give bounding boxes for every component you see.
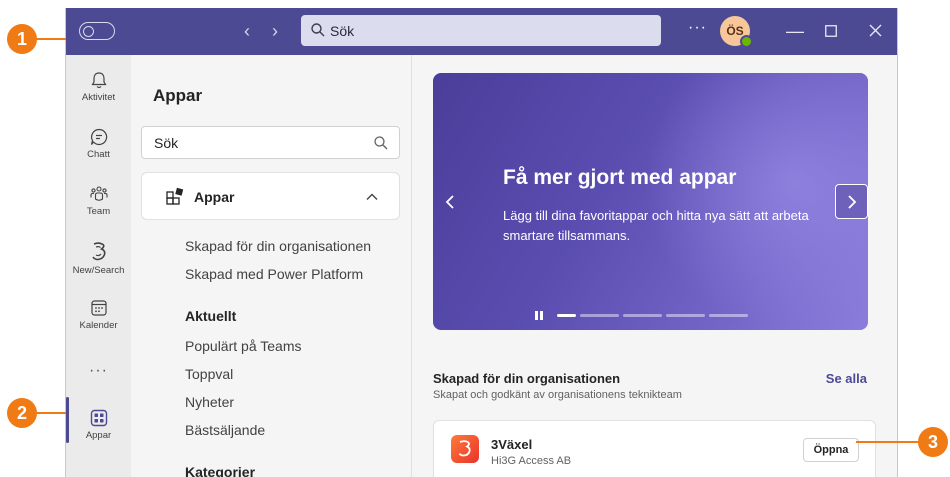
rail-item-label: Kalender (79, 320, 118, 331)
pause-icon[interactable] (535, 311, 545, 320)
close-icon[interactable] (869, 24, 882, 37)
callout-line-1 (36, 38, 66, 40)
carousel-dot-5[interactable] (709, 314, 748, 317)
section-label: Appar (194, 189, 235, 205)
callout-line-3 (856, 441, 919, 443)
search-placeholder: Sök (154, 135, 179, 151)
chevron-up-icon (366, 193, 378, 200)
callout-2: 2 (7, 398, 37, 428)
panel-title: Appar (153, 86, 203, 105)
toggle-knob (83, 25, 94, 37)
carousel-dot-2[interactable] (580, 314, 619, 317)
mode-toggle[interactable] (79, 22, 115, 40)
rail-item-chatt[interactable]: Chatt (66, 127, 131, 183)
carousel-dot-3[interactable] (623, 314, 662, 317)
app-name: 3Växel (491, 437, 533, 452)
search-icon (311, 23, 325, 37)
apps-grid-icon (90, 409, 107, 427)
rail-item-label: Team (86, 206, 111, 217)
rail-item-kalender[interactable]: Kalender (66, 298, 131, 354)
banner-text: Lägg till dina favoritappar och hitta ny… (503, 208, 809, 243)
status-available-icon (740, 35, 753, 48)
callout-1: 1 (7, 24, 37, 54)
current-heading: Aktuellt (185, 308, 237, 324)
apps-panel: Appar Sök Appar Skapad för din organisat… (131, 55, 412, 477)
apps-search-input[interactable]: Sök (141, 126, 400, 159)
apps-add-icon (166, 187, 184, 205)
nav-link-top-picks[interactable]: Toppval (185, 366, 233, 382)
apps-section-toggle[interactable]: Appar (141, 172, 400, 220)
bell-icon (90, 72, 107, 89)
app-rail: Aktivitet Chatt Team New/Search Kalender… (66, 55, 131, 477)
calendar-icon (90, 300, 107, 316)
chat-icon (90, 128, 107, 146)
rail-item-team[interactable]: Team (66, 184, 131, 240)
title-bar: ‹ › Sök ··· ÖS — (66, 8, 897, 55)
more-options-icon[interactable]: ··· (688, 19, 707, 37)
maximize-icon[interactable] (825, 25, 837, 37)
nav-link-news[interactable]: Nyheter (185, 394, 234, 410)
carousel-dot-1[interactable] (557, 314, 576, 317)
nav-link-popular[interactable]: Populärt på Teams (185, 338, 301, 354)
minimize-icon[interactable]: — (786, 20, 804, 42)
categories-heading: Kategorier (185, 464, 256, 477)
three-logo-icon (451, 435, 479, 463)
main-content: Få mer gjort med appar Lägg till dina fa… (412, 55, 897, 477)
section-title: Skapad för din organisationen (433, 371, 621, 386)
search-placeholder: Sök (330, 23, 355, 39)
hero-banner: Få mer gjort med appar Lägg till dina fa… (433, 73, 868, 330)
three-logo-glyph (458, 440, 471, 457)
rail-item-label: Aktivitet (81, 92, 116, 103)
chevron-right-icon (848, 195, 857, 209)
global-search-input[interactable]: Sök (301, 15, 661, 46)
callout-3: 3 (918, 427, 948, 457)
section-subtitle: Skapat och godkänt av organisationens te… (433, 389, 682, 401)
nav-link-made-for-org[interactable]: Skapad för din organisationen (185, 238, 371, 254)
teams-window: ‹ › Sök ··· ÖS — Aktivitet Chatt Team Ne… (65, 8, 898, 477)
open-app-button[interactable]: Öppna (803, 438, 859, 462)
banner-next-button[interactable] (835, 184, 868, 219)
back-arrow-icon[interactable]: ‹ (244, 20, 250, 42)
team-icon (89, 186, 108, 201)
banner-prev-icon[interactable] (443, 191, 457, 213)
callout-line-2 (36, 412, 66, 414)
forward-arrow-icon[interactable]: › (272, 20, 278, 42)
rail-item-appar[interactable]: Appar (66, 408, 131, 464)
app-publisher: Hi3G Access AB (491, 455, 572, 467)
rail-item-new-search[interactable]: New/Search (66, 241, 131, 297)
banner-title: Få mer gjort med appar (503, 166, 737, 189)
rail-item-aktivitet[interactable]: Aktivitet (66, 70, 131, 126)
three-logo-icon (91, 242, 105, 261)
search-icon (374, 136, 388, 150)
more-apps-icon[interactable]: ··· (66, 362, 131, 380)
nav-link-bestsellers[interactable]: Bästsäljande (185, 422, 265, 438)
nav-link-power-platform[interactable]: Skapad med Power Platform (185, 266, 363, 282)
carousel-dot-4[interactable] (666, 314, 705, 317)
screenshot: ‹ › Sök ··· ÖS — Aktivitet Chatt Team Ne… (0, 0, 950, 477)
rail-item-label: Appar (85, 430, 112, 441)
see-all-link[interactable]: Se alla (826, 371, 867, 386)
rail-item-label: New/Search (72, 265, 125, 276)
rail-item-label: Chatt (87, 149, 110, 160)
app-card[interactable]: 3Växel Hi3G Access AB Öppna (433, 420, 876, 477)
avatar[interactable]: ÖS (720, 16, 753, 48)
